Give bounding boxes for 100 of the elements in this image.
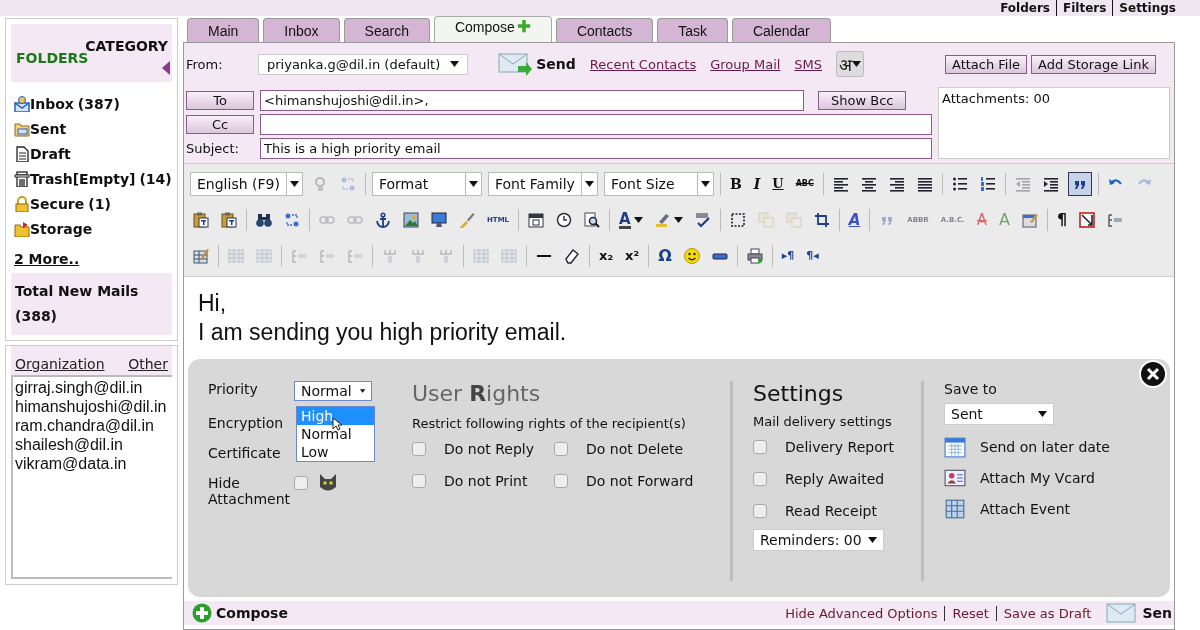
top-link[interactable]: Folders xyxy=(994,0,1056,16)
compose-button[interactable]: Compose xyxy=(192,603,288,623)
align-center-icon[interactable] xyxy=(860,176,877,192)
table-row-icon[interactable] xyxy=(1107,212,1124,228)
from-dropdown[interactable]: priyanka.g@dil.in (default) xyxy=(258,53,469,75)
printer-icon[interactable] xyxy=(746,248,763,264)
checkbox[interactable] xyxy=(294,476,308,490)
show-bcc-button[interactable]: Show Bcc xyxy=(818,91,907,110)
contact-item[interactable]: himanshujoshi@dil.in xyxy=(15,398,172,416)
header-link[interactable]: Group Mail xyxy=(710,56,781,72)
toolbar-dropdown[interactable]: Font Size xyxy=(603,172,714,196)
clock-icon[interactable] xyxy=(556,212,573,228)
more-folders-link[interactable]: 2 More.. xyxy=(11,245,80,267)
collapse-arrow-icon[interactable] xyxy=(162,61,170,75)
binoculars-icon[interactable] xyxy=(256,212,272,228)
add-storage-link-button[interactable]: Add Storage Link xyxy=(1031,54,1156,74)
tab[interactable]: Contacts xyxy=(555,18,654,42)
bullet-list-icon[interactable] xyxy=(951,176,968,192)
contact-group-link[interactable]: Other xyxy=(128,356,168,372)
attach-file-button[interactable]: Attach File xyxy=(944,54,1028,74)
option-link[interactable]: Attach My Vcard xyxy=(944,467,1150,489)
pencil-table-icon[interactable] xyxy=(193,248,209,264)
window-icon[interactable] xyxy=(1022,212,1038,228)
checkbox[interactable] xyxy=(753,472,767,486)
checkbox[interactable] xyxy=(554,474,568,488)
top-link[interactable]: Settings xyxy=(1112,0,1182,16)
brush-icon[interactable] xyxy=(459,212,475,228)
header-link[interactable]: SMS xyxy=(794,56,823,72)
save-to-dropdown[interactable]: Sent xyxy=(944,403,1054,425)
block-icon[interactable] xyxy=(1079,212,1096,228)
clipboard-icon[interactable] xyxy=(193,212,209,228)
picture-icon[interactable] xyxy=(403,212,419,228)
toolbar-dropdown[interactable]: Format xyxy=(371,172,482,196)
crop-icon[interactable] xyxy=(813,212,830,228)
menu-option[interactable]: Normal xyxy=(297,425,374,443)
contact-item[interactable]: girraj.singh@dil.in xyxy=(15,379,172,397)
checkbox[interactable] xyxy=(753,504,767,518)
underline-button[interactable]: U xyxy=(772,176,784,192)
option-link[interactable]: Send on later date xyxy=(944,436,1150,458)
clipboard-icon[interactable] xyxy=(221,212,237,228)
eraser-icon[interactable] xyxy=(564,248,580,264)
right-to-left-button[interactable]: ¶◂ xyxy=(806,248,819,264)
strikethrough-button[interactable]: ABC xyxy=(795,176,814,192)
cc-button[interactable]: Cc xyxy=(186,115,254,134)
highlighter-icon[interactable] xyxy=(654,212,671,228)
tab[interactable]: Compose xyxy=(433,16,552,42)
menu-option[interactable]: Low xyxy=(297,443,374,461)
checkbox[interactable] xyxy=(753,440,767,454)
folder-item[interactable]: Storage xyxy=(14,221,172,237)
align-right-icon[interactable] xyxy=(888,176,905,192)
contact-group-link[interactable]: Organization xyxy=(15,356,105,372)
contact-item[interactable]: vikram@data.in xyxy=(15,455,172,473)
magnifier-icon[interactable] xyxy=(584,212,601,228)
omega-button[interactable]: Ω xyxy=(658,248,672,264)
send-button[interactable]: Sen xyxy=(1106,603,1172,623)
folder-item[interactable]: Draft xyxy=(14,146,172,162)
tab[interactable]: Main xyxy=(187,18,260,42)
checkbox[interactable] xyxy=(554,442,568,456)
tab[interactable]: Inbox xyxy=(263,18,340,42)
anchor-icon[interactable] xyxy=(375,212,391,228)
option-link[interactable]: Attach Event xyxy=(944,498,1150,520)
toolbar-dropdown[interactable]: Font Family xyxy=(487,172,598,196)
quote-button[interactable] xyxy=(1067,172,1092,196)
contact-item[interactable]: shailesh@dil.in xyxy=(15,436,172,454)
justify-icon[interactable] xyxy=(916,176,933,192)
italic-button[interactable]: I xyxy=(753,176,761,192)
close-icon[interactable] xyxy=(1138,359,1168,389)
tab[interactable]: Calendar xyxy=(731,18,831,42)
subscript-button[interactable]: x₂ xyxy=(599,248,614,264)
cc-field[interactable] xyxy=(260,114,932,135)
tab[interactable]: Search xyxy=(343,18,430,42)
folder-item[interactable]: Secure (1) xyxy=(14,196,172,212)
to-button[interactable]: To xyxy=(186,91,254,110)
footer-link[interactable]: Reset xyxy=(944,605,996,621)
style-button[interactable]: A xyxy=(848,212,861,228)
footer-link[interactable]: Hide Advanced Options xyxy=(778,605,945,621)
priority-dropdown[interactable]: Normal xyxy=(294,381,372,401)
superscript-button[interactable]: x² xyxy=(625,248,640,264)
swap-icon[interactable] xyxy=(284,212,300,228)
to-field[interactable]: <himanshujoshi@dil.in>, xyxy=(260,90,804,111)
header-link[interactable]: Recent Contacts xyxy=(589,56,697,72)
folder-item[interactable]: Inbox (387) xyxy=(14,96,172,112)
folder-item[interactable]: Trash[Empty] (14) xyxy=(14,171,172,187)
tab[interactable]: Task xyxy=(657,18,728,42)
indent-icon[interactable] xyxy=(1042,176,1059,192)
check-icon[interactable] xyxy=(694,212,711,228)
checkbox[interactable] xyxy=(412,442,426,456)
folder-item[interactable]: Sent xyxy=(14,121,172,137)
monitor-icon[interactable] xyxy=(431,212,447,228)
contact-item[interactable]: ram.chandra@dil.in xyxy=(15,417,172,435)
subject-field[interactable]: This is a high priority email xyxy=(260,138,932,159)
footer-link[interactable]: Save as Draft xyxy=(995,605,1099,621)
left-to-right-button[interactable]: ▸¶ xyxy=(781,248,795,264)
numbered-list-icon[interactable] xyxy=(979,176,996,192)
top-link[interactable]: Filters xyxy=(1056,0,1113,16)
text-color-button[interactable]: A xyxy=(619,211,631,229)
script-selector[interactable]: अ xyxy=(836,51,865,77)
smiley-icon[interactable] xyxy=(683,248,700,264)
send-button[interactable]: Send xyxy=(498,52,576,76)
checkbox[interactable] xyxy=(412,474,426,488)
